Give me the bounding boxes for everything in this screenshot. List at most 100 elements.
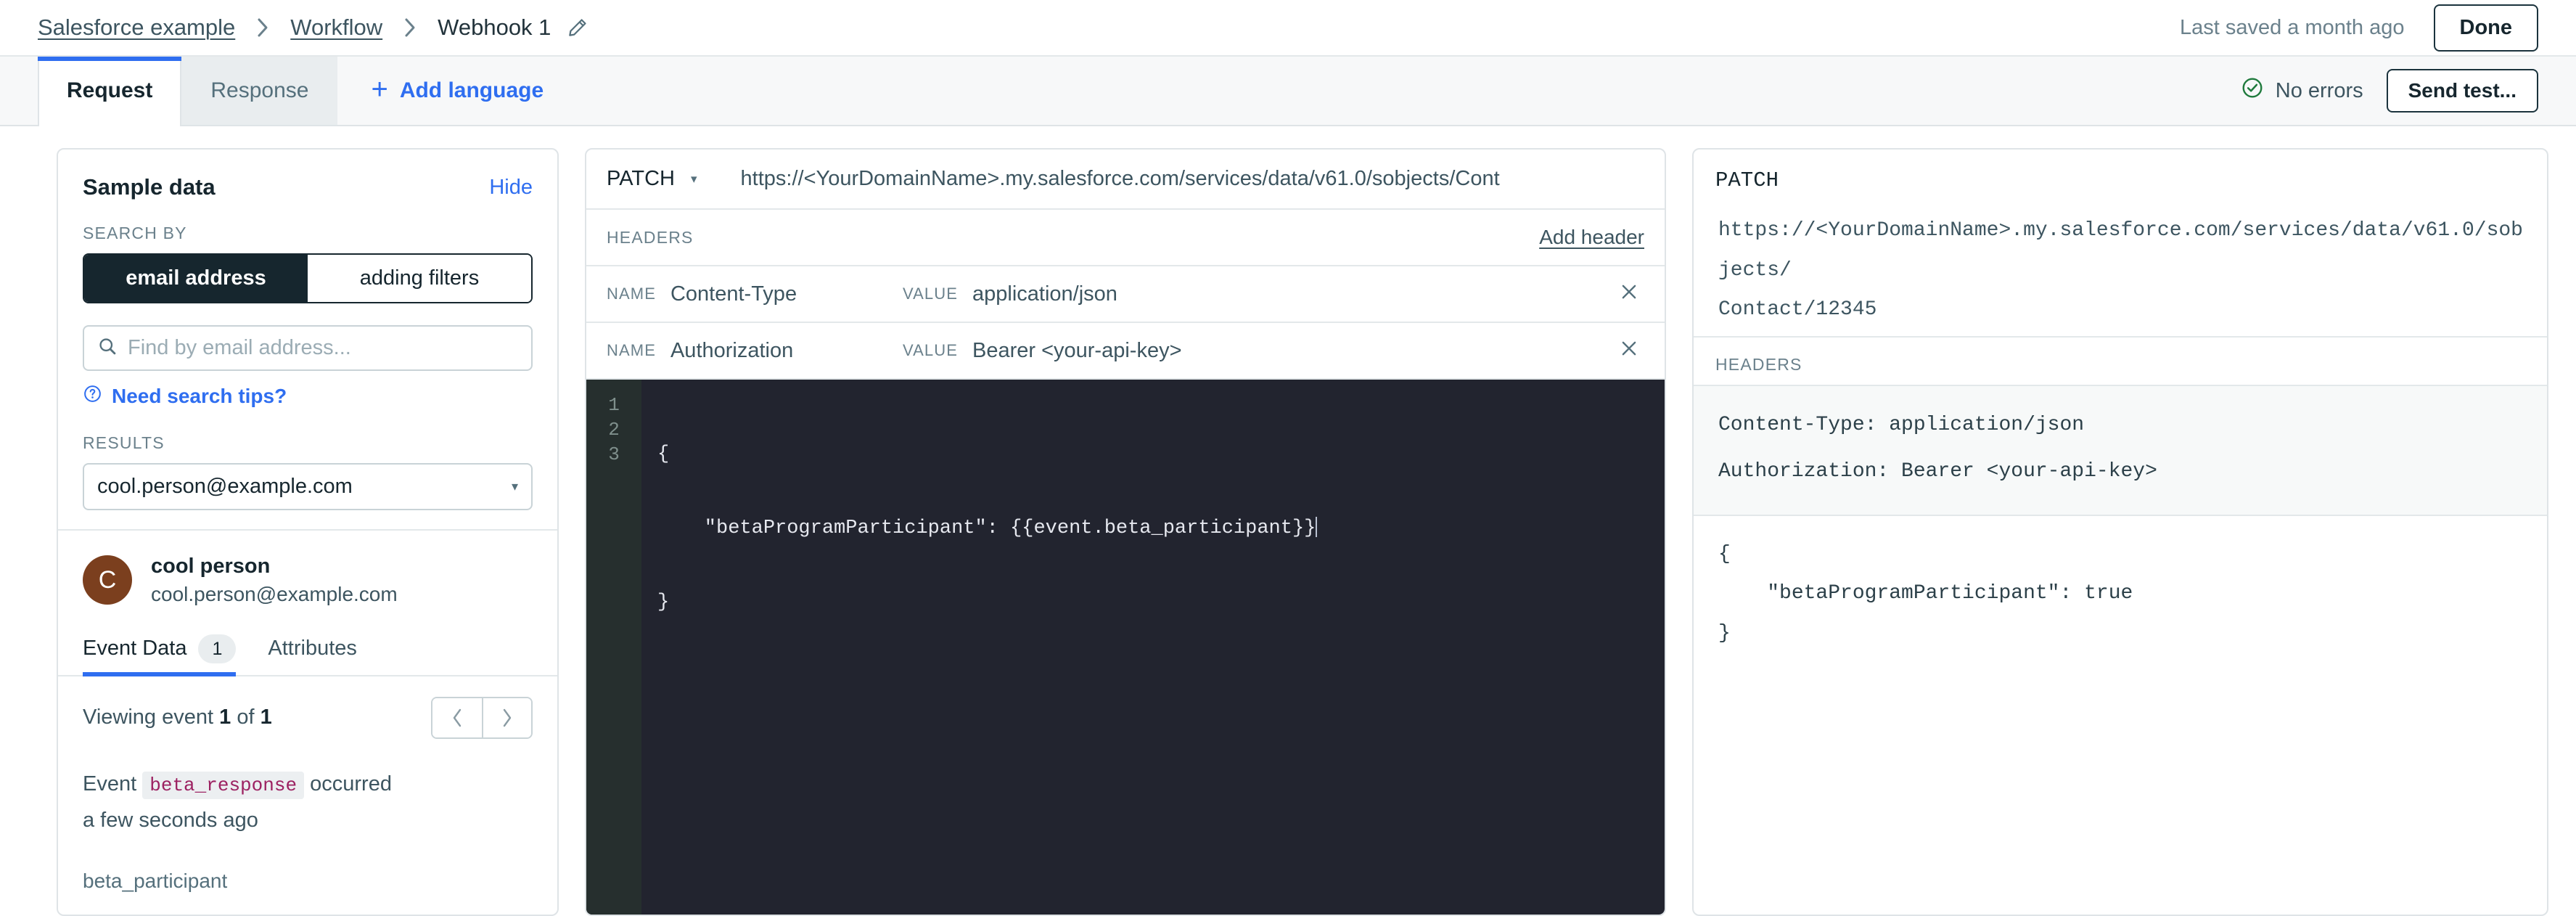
preview-headers-label: HEADERS [1715,354,1802,374]
profile-name: cool person [151,555,271,578]
add-header-button[interactable]: Add header [1539,226,1644,249]
subtab-event-data[interactable]: Event Data 1 [83,627,237,676]
header-value-label-2: VALUE [902,341,958,359]
close-icon-2[interactable] [1614,338,1644,364]
event-timestamp: a few seconds ago [83,808,258,832]
chevron-left-icon[interactable] [432,698,482,737]
breadcrumb-item-workflow[interactable]: Workflow [290,15,382,41]
viewing-index: 1 [219,706,231,729]
event-sentence-prefix: Event [83,772,137,796]
need-search-tips-label: Need search tips? [112,385,287,407]
top-breadcrumb-bar: Salesforce example Workflow Webhook 1 La… [0,0,2576,57]
sample-data-body: SEARCH BY email address adding filters F… [58,213,557,510]
event-pager [431,696,533,739]
subtab-attributes[interactable]: Attributes [268,627,357,675]
preview-headers-block: Content-Type: application/json Authoriza… [1694,384,2547,516]
viewing-prefix: Viewing event [83,706,214,729]
search-by-label: SEARCH BY [83,224,187,242]
question-circle-icon [83,384,102,409]
code-line: } [657,592,670,613]
request-url-input[interactable]: https://<YourDomainName>.my.salesforce.c… [741,167,1644,191]
profile-subtabs: Event Data 1 Attributes [58,627,557,676]
breadcrumb-item-salesforce-example[interactable]: Salesforce example [38,15,235,41]
header-name-input-authorization[interactable]: Authorization [670,339,888,363]
profile-card: C cool person cool.person@example.com [58,531,557,627]
header-row-authorization: NAME Authorization VALUE Bearer <your-ap… [586,323,1665,380]
viewing-of: of [237,706,255,729]
breadcrumb-chevron-icon [255,16,270,39]
breadcrumb: Salesforce example Workflow Webhook 1 [38,15,588,41]
search-field-wrapper[interactable] [83,325,533,371]
check-circle-icon [2241,76,2264,105]
done-button[interactable]: Done [2433,4,2538,52]
sample-data-title: Sample data [83,174,216,200]
results-select[interactable]: cool.person@example.com ▾ [83,463,533,510]
header-value-input-authorization[interactable]: Bearer <your-api-key> [972,339,1599,363]
results-selected-value: cool.person@example.com [97,475,353,498]
preview-url: https://<YourDomainName>.my.salesforce.c… [1694,192,2547,336]
event-property-value: "true" [83,913,533,915]
header-value-label: VALUE [902,285,958,303]
http-method-select[interactable]: PATCH ▾ [607,167,716,191]
editor-code-area[interactable]: { "betaProgramParticipant": {{event.beta… [641,380,1665,915]
preview-body: { "betaProgramParticipant": true } [1718,542,2133,645]
main-content: Sample data Hide SEARCH BY email address… [0,126,2576,916]
tabbar-actions: No errors Send test... [2241,69,2538,113]
avatar: C [83,555,132,605]
request-body-editor[interactable]: 1 2 3 { "betaProgramParticipant": {{even… [586,380,1665,915]
search-by-segmented-control: email address adding filters [83,253,533,303]
header-value-input-content-type[interactable]: application/json [972,282,1599,306]
event-sentence-suffix: occurred [310,772,392,796]
sample-data-panel: Sample data Hide SEARCH BY email address… [57,148,559,916]
chevron-right-icon[interactable] [482,698,531,737]
avatar-initial: C [98,565,117,594]
add-language-button[interactable]: + Add language [371,75,544,104]
chevron-down-icon: ▾ [690,171,697,186]
viewing-total: 1 [260,706,272,729]
viewing-event-text: Viewing event 1 of 1 [83,706,272,729]
close-icon[interactable] [1614,281,1644,307]
http-method-value: PATCH [607,167,675,190]
segment-email-address[interactable]: email address [84,255,308,302]
subtab-event-data-label: Event Data [83,637,187,661]
tab-request[interactable]: Request [38,57,182,126]
breadcrumb-chevron-icon-2 [403,16,417,39]
pencil-icon[interactable] [567,17,588,38]
code-line: "betaProgramParticipant": {{event.beta_p… [657,518,1316,539]
results-label: RESULTS [83,433,165,452]
tab-response[interactable]: Response [181,57,338,125]
header-name-input-content-type[interactable]: Content-Type [670,282,888,306]
header-name-label-2: NAME [607,341,656,359]
profile-text: cool person cool.person@example.com [151,552,398,608]
line-number: 2 [608,419,620,441]
event-pane: Viewing event 1 of 1 Event beta_response… [58,676,557,915]
add-language-label: Add language [399,78,544,102]
hide-sample-data-button[interactable]: Hide [489,176,533,200]
tab-request-label: Request [67,78,153,102]
need-search-tips-link[interactable]: Need search tips? [83,384,533,409]
preview-url-line-2: Contact/12345 [1718,298,1877,322]
segment-adding-filters[interactable]: adding filters [308,255,531,302]
request-editor-panel: PATCH ▾ https://<YourDomainName>.my.sale… [585,148,1666,916]
url-row: PATCH ▾ https://<YourDomainName>.my.sale… [586,150,1665,210]
preview-header-line: Authorization: Bearer <your-api-key> [1718,460,2157,483]
preview-url-line-1: https://<YourDomainName>.my.salesforce.c… [1718,219,2523,282]
tab-response-label: Response [210,78,309,102]
code-line: { [657,443,670,465]
text-cursor [1316,517,1318,537]
status-badge: No errors [2241,76,2363,105]
profile-email: cool.person@example.com [151,583,398,606]
search-input[interactable] [128,336,518,360]
code-line-wrapper: "betaProgramParticipant": {{event.beta_p… [657,516,1665,541]
header-name-label: NAME [607,285,656,303]
webhook-editor-page: Salesforce example Workflow Webhook 1 La… [0,0,2576,916]
subtab-attributes-label: Attributes [268,637,357,661]
status-text: No errors [2275,78,2363,102]
preview-method: PATCH [1715,168,1779,192]
line-number: 3 [608,443,620,465]
topbar-actions: Last saved a month ago Done [2180,4,2538,52]
request-preview-panel: PATCH https://<YourDomainName>.my.salesf… [1692,148,2548,916]
preview-header-line: Content-Type: application/json [1718,413,2085,436]
last-saved-text: Last saved a month ago [2179,15,2405,39]
send-test-button[interactable]: Send test... [2386,69,2538,113]
